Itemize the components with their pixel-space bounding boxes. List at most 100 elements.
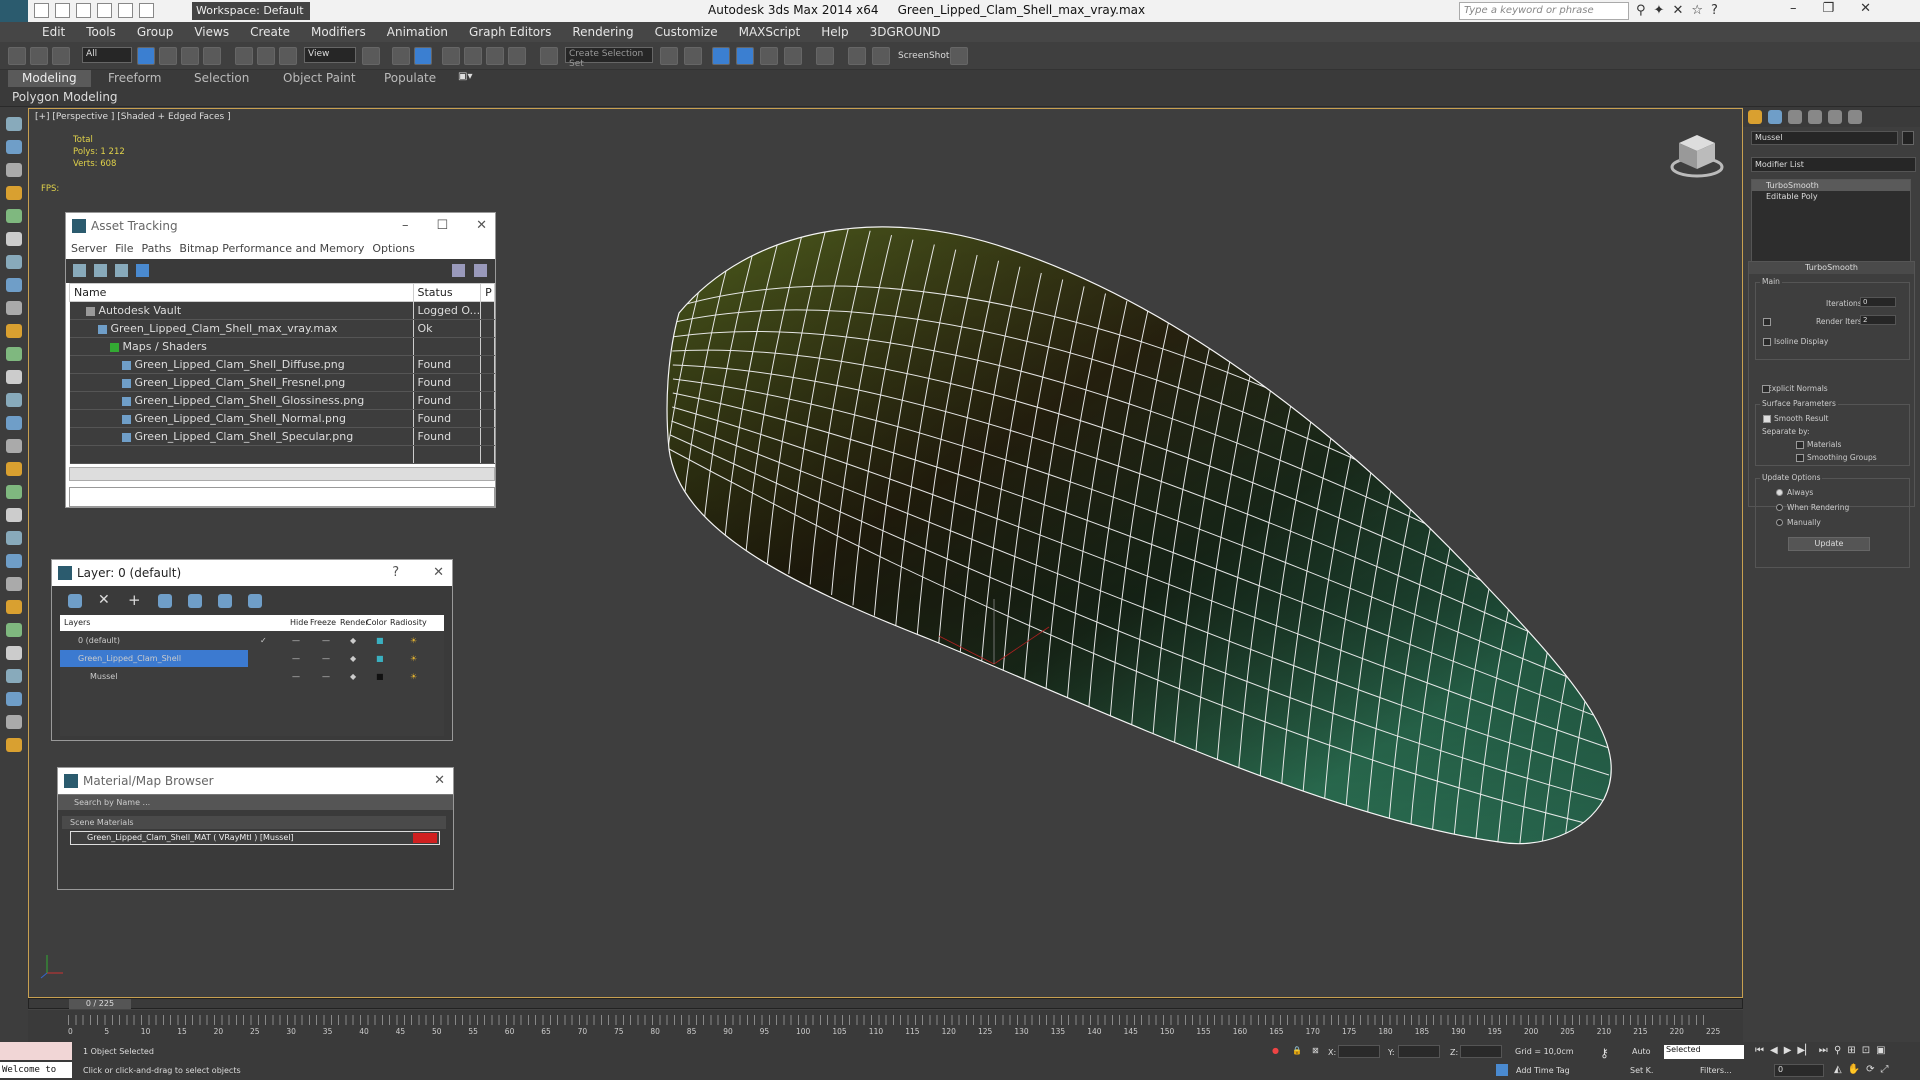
- key-filters-button[interactable]: Filters...: [1700, 1066, 1732, 1075]
- asset-row[interactable]: Green_Lipped_Clam_Shell_Glossiness.png Fo…: [69, 391, 495, 410]
- open-file-icon[interactable]: [55, 3, 70, 18]
- bind-space-warp-icon[interactable]: [52, 47, 70, 65]
- select-manipulate-icon[interactable]: [392, 47, 410, 65]
- help-icon[interactable]: [452, 264, 465, 277]
- spinner-snap-icon[interactable]: [508, 47, 526, 65]
- highlight-selected-icon[interactable]: [188, 594, 202, 608]
- exchange-icon[interactable]: ✕: [1672, 3, 1683, 18]
- left-tool-pane-icon[interactable]: [6, 715, 22, 729]
- favorites-icon[interactable]: ☆: [1691, 3, 1703, 18]
- key-icon[interactable]: ⚷: [1600, 1046, 1609, 1060]
- layer-color-swatch[interactable]: ■: [376, 668, 384, 685]
- set-key-button[interactable]: Set K.: [1630, 1066, 1653, 1075]
- menu-help[interactable]: Help: [821, 22, 848, 42]
- go-to-start-icon[interactable]: ⏮: [1755, 1045, 1764, 1056]
- path-field[interactable]: [69, 487, 495, 507]
- isoline-display-checkbox[interactable]: [1763, 338, 1771, 346]
- menu-3dground[interactable]: 3DGROUND: [870, 22, 941, 42]
- time-tag-icon[interactable]: [1496, 1064, 1508, 1076]
- freeze-unfreeze-all-icon[interactable]: [248, 594, 262, 608]
- rendered-frame-window-icon[interactable]: [872, 47, 890, 65]
- left-tool-helper-icon[interactable]: [6, 278, 22, 292]
- left-tool-grid-icon[interactable]: [6, 577, 22, 591]
- asset-menu-options[interactable]: Options: [372, 239, 414, 259]
- ribbon-tab-modeling[interactable]: Modeling: [8, 70, 91, 87]
- zoom-extents-icon[interactable]: ⊡: [1862, 1045, 1870, 1056]
- left-tool-layers-icon[interactable]: [6, 163, 22, 177]
- object-name-field[interactable]: Mussel: [1751, 131, 1898, 145]
- angle-snap-icon[interactable]: [464, 47, 482, 65]
- menu-customize[interactable]: Customize: [655, 22, 718, 42]
- absolute-mode-icon[interactable]: ⊠: [1312, 1046, 1319, 1055]
- refresh-icon[interactable]: [73, 264, 86, 277]
- maxscript-listener-input[interactable]: [0, 1042, 72, 1060]
- layer-manager-window[interactable]: Layer: 0 (default) ? ✕ ✕ + Layers Hide Fre…: [51, 559, 453, 741]
- z-coord-field[interactable]: [1460, 1045, 1502, 1058]
- left-tool-select-icon[interactable]: [6, 117, 22, 131]
- hide-unhide-all-icon[interactable]: [218, 594, 232, 608]
- left-tool-vray-icon[interactable]: [6, 623, 22, 637]
- left-tool-sphere-icon[interactable]: [6, 370, 22, 384]
- workspace-dropdown[interactable]: Workspace: Default: [192, 2, 310, 20]
- left-tool-table-icon[interactable]: [6, 209, 22, 223]
- left-tool-frame-icon[interactable]: [6, 669, 22, 683]
- asset-row[interactable]: Green_Lipped_Clam_Shell_Diffuse.png Found: [69, 355, 495, 374]
- left-tool-cylinder-icon[interactable]: [6, 393, 22, 407]
- hide-toggle-icon[interactable]: —: [292, 632, 300, 649]
- left-tool-light-icon[interactable]: [6, 232, 22, 246]
- app-logo-icon[interactable]: [0, 0, 28, 22]
- always-radio[interactable]: [1776, 489, 1783, 496]
- menu-views[interactable]: Views: [194, 22, 229, 42]
- materials-checkbox[interactable]: [1796, 441, 1804, 449]
- named-selection-set-dropdown[interactable]: Create Selection Set: [565, 47, 653, 69]
- layer-explorer-icon[interactable]: [736, 47, 754, 65]
- pan-icon[interactable]: ✋: [1848, 1064, 1860, 1075]
- render-production-icon[interactable]: [950, 47, 968, 65]
- material-browser-titlebar[interactable]: Material/Map Browser ✕: [58, 768, 453, 794]
- left-tool-compass-icon[interactable]: [6, 600, 22, 614]
- menu-graph-editors[interactable]: Graph Editors: [469, 22, 551, 42]
- layer-manager-titlebar[interactable]: Layer: 0 (default) ? ✕: [52, 560, 452, 586]
- render-toggle-icon[interactable]: ◆: [350, 668, 356, 685]
- zoom-extents-all-icon[interactable]: ▣: [1876, 1045, 1885, 1056]
- play-icon[interactable]: ▶: [1784, 1045, 1792, 1056]
- align-icon[interactable]: [684, 47, 702, 65]
- edit-named-selection-icon[interactable]: [540, 47, 558, 65]
- select-by-name-icon[interactable]: [159, 47, 177, 65]
- maximize-button[interactable]: ❐: [1823, 1, 1835, 16]
- layer-col-color[interactable]: Color: [366, 615, 387, 631]
- zoom-all-icon[interactable]: ⊞: [1847, 1045, 1855, 1056]
- percent-snap-icon[interactable]: [486, 47, 504, 65]
- selection-region-icon[interactable]: [181, 47, 199, 65]
- left-tool-geo-icon[interactable]: [6, 508, 22, 522]
- render-setup-icon[interactable]: [848, 47, 866, 65]
- asset-row[interactable]: Maps / Shaders: [69, 337, 495, 356]
- select-link-icon[interactable]: [8, 47, 26, 65]
- hide-toggle-icon[interactable]: —: [292, 668, 300, 685]
- current-layer-check-icon[interactable]: ✓: [260, 632, 267, 649]
- asset-row[interactable]: Green_Lipped_Clam_Shell_max_vray.max Ok: [69, 319, 495, 338]
- isolate-icon[interactable]: ●: [1272, 1046, 1279, 1055]
- status-column-header[interactable]: Status: [412, 283, 482, 302]
- menu-edit[interactable]: Edit: [42, 22, 65, 42]
- ribbon-tab-freeform[interactable]: Freeform: [108, 71, 161, 85]
- move-icon[interactable]: [235, 47, 253, 65]
- menu-tools[interactable]: Tools: [86, 22, 116, 42]
- render-iters-checkbox[interactable]: [1763, 318, 1771, 326]
- asset-row[interactable]: Autodesk Vault Logged O...: [69, 301, 495, 320]
- update-button[interactable]: Update: [1788, 537, 1870, 551]
- pivot-center-icon[interactable]: [362, 47, 380, 65]
- material-search-input[interactable]: Search by Name ...: [58, 794, 453, 810]
- left-tool-move-icon[interactable]: [6, 140, 22, 154]
- help-button[interactable]: ?: [392, 560, 399, 586]
- hierarchy-tab-icon[interactable]: [1788, 110, 1802, 124]
- explicit-normals-checkbox[interactable]: [1762, 385, 1770, 393]
- go-to-end-icon[interactable]: ⏭: [1819, 1045, 1828, 1056]
- table-view-icon[interactable]: [136, 264, 149, 277]
- left-tool-cone-icon[interactable]: [6, 439, 22, 453]
- radiosity-icon[interactable]: ☀: [410, 650, 417, 667]
- layer-row[interactable]: 0 (default) — — ◆ ■ ☀ ✓: [60, 632, 444, 649]
- select-object-icon[interactable]: [137, 47, 155, 65]
- menu-create[interactable]: Create: [250, 22, 290, 42]
- left-tool-sky-icon[interactable]: [6, 485, 22, 499]
